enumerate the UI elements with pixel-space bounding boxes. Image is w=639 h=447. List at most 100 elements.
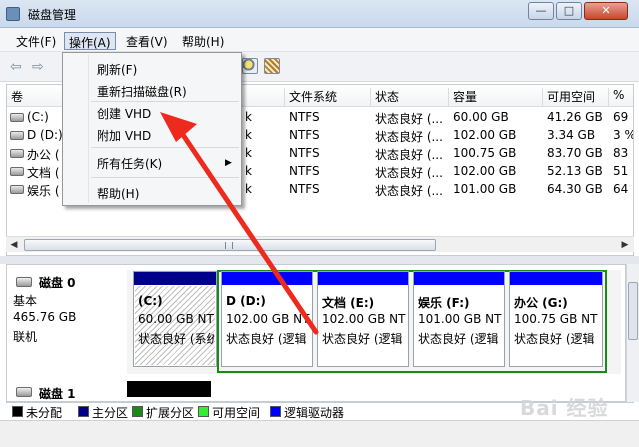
scroll-left-icon[interactable]: ◀ [7,239,21,251]
legend-swatch [12,406,23,417]
partition-size: 101.00 GB NT [418,312,502,326]
disk-vertical-scrollbar[interactable] [626,264,639,402]
disk1-unallocated-bar[interactable] [127,381,211,397]
magnifier-icon[interactable] [242,58,258,74]
legend-swatch [270,406,281,417]
cell-status: 状态良好 (... [375,130,443,144]
cell-volume: (C:) [27,110,49,124]
partition-name: 文档 (E:) [322,296,375,310]
cell-volume: 文档 ( [27,166,60,180]
watermark-logo: Bai 经验 [520,396,609,420]
cell-percent: 64 [613,182,629,196]
col-capacity[interactable]: 容量 [449,88,543,106]
partition-size: 102.00 GB NT [322,312,406,326]
cell-percent: 83 [613,146,629,160]
cell-status: 状态良好 (... [375,184,443,198]
scrollbar-thumb[interactable] [628,282,638,340]
partition-status: 状态良好 (逻辑 [322,332,403,346]
menu-view[interactable]: 查看(V) [122,32,172,50]
disk0-type: 基本 [13,294,38,308]
menu-refresh[interactable]: 刷新(F) [97,61,137,78]
legend-swatch [132,406,143,417]
scroll-right-icon[interactable]: ▶ [618,239,632,251]
menu-help-item[interactable]: 帮助(H) [97,185,139,202]
menu-help[interactable]: 帮助(H) [178,32,228,50]
partition-name: D (D:) [226,294,266,308]
partition-block[interactable]: D (D:) 102.00 GB NT 状态良好 (逻辑 [221,271,313,367]
partition-block[interactable]: (C:) 60.00 GB NTF 状态良好 (系统 [133,271,217,367]
partition-size: 102.00 GB NT [226,312,310,326]
col-percent[interactable]: % [609,88,633,106]
cell-capacity: 60.00 GB [453,110,509,124]
cell-layout-tail: k [245,146,252,160]
col-volume[interactable]: 卷 [7,88,67,106]
col-type[interactable]: 类型 [243,88,285,106]
legend-swatch [198,406,209,417]
title-bar: 磁盘管理 — □ ✕ [0,0,639,28]
cell-status: 状态良好 (... [375,166,443,180]
partition-type-bar [318,272,408,285]
partition-block[interactable]: 娱乐 (F:) 101.00 GB NT 状态良好 (逻辑 [413,271,505,367]
cell-free: 41.26 GB [547,110,603,124]
menu-file[interactable]: 文件(F) [12,32,60,50]
table-horizontal-scrollbar[interactable]: ◀ ▶ [6,236,634,252]
pane-splitter[interactable] [0,256,639,264]
cell-status: 状态良好 (... [375,112,443,126]
cell-capacity: 102.00 GB [453,164,517,178]
drive-icon [10,149,24,158]
partition-type-bar [222,272,312,285]
forward-arrow-icon[interactable]: ⇨ [32,60,50,74]
menu-create-vhd[interactable]: 创建 VHD [97,105,151,122]
menu-bar: 文件(F) 操作(A) 查看(V) 帮助(H) [0,28,639,52]
partition-status: 状态良好 (逻辑 [418,332,499,346]
drive-icon [10,185,24,194]
cell-free: 3.34 GB [547,128,596,142]
properties-icon[interactable] [264,58,280,74]
drive-icon [10,131,24,140]
cell-percent: 51 [613,164,629,178]
legend-label: 未分配 [26,406,63,420]
cell-percent: 69 [613,110,629,124]
partition-name: 办公 (G:) [514,296,568,310]
cell-layout-tail: k [245,182,252,196]
disk-icon [16,387,32,397]
minimize-button[interactable]: — [528,2,554,20]
legend-label: 可用空间 [212,406,261,420]
cell-filesystem: NTFS [289,182,320,196]
menu-rescan-disks[interactable]: 重新扫描磁盘(R) [97,83,187,100]
cell-capacity: 101.00 GB [453,182,517,196]
partition-type-bar [134,272,216,285]
cell-volume: 娱乐 ( [27,184,60,198]
partition-status: 状态良好 (系统 [138,332,214,346]
col-status[interactable]: 状态 [371,88,449,106]
partition-block[interactable]: 办公 (G:) 100.75 GB NT 状态良好 (逻辑 [509,271,603,367]
partition-type-bar [510,272,602,285]
cell-capacity: 100.75 GB [453,146,517,160]
maximize-button[interactable]: □ [556,2,582,20]
partition-status: 状态良好 (逻辑 [226,332,307,346]
cell-filesystem: NTFS [289,110,320,124]
close-button[interactable]: ✕ [584,2,628,20]
disk-icon [16,277,32,287]
scrollbar-thumb[interactable] [24,239,436,251]
window-title: 磁盘管理 [28,8,77,22]
partition-block[interactable]: 文档 (E:) 102.00 GB NT 状态良好 (逻辑 [317,271,409,367]
menu-action[interactable]: 操作(A) [64,32,116,50]
cell-layout-tail: k [245,128,252,142]
disk0-state: 联机 [13,330,38,344]
menu-attach-vhd[interactable]: 附加 VHD [97,127,151,144]
partition-status: 状态良好 (逻辑 [514,332,595,346]
back-arrow-icon[interactable]: ⇦ [10,60,28,74]
col-filesystem[interactable]: 文件系统 [285,88,371,106]
disk0-size: 465.76 GB [13,310,77,324]
partition-size: 60.00 GB NTF [138,312,214,326]
drive-icon [10,113,24,122]
col-free-space[interactable]: 可用空间 [543,88,609,106]
menu-all-tasks[interactable]: 所有任务(K) [97,155,162,172]
cell-percent: 3 % [613,128,633,142]
submenu-arrow-icon: ▶ [225,158,232,168]
legend-label: 主分区 [92,406,129,420]
disk-graphical-view: 磁盘 0 基本 465.76 GB 联机 (C:) 60.00 GB NTF 状态良… [6,264,626,402]
cell-status: 状态良好 (... [375,148,443,162]
legend-swatch [78,406,89,417]
